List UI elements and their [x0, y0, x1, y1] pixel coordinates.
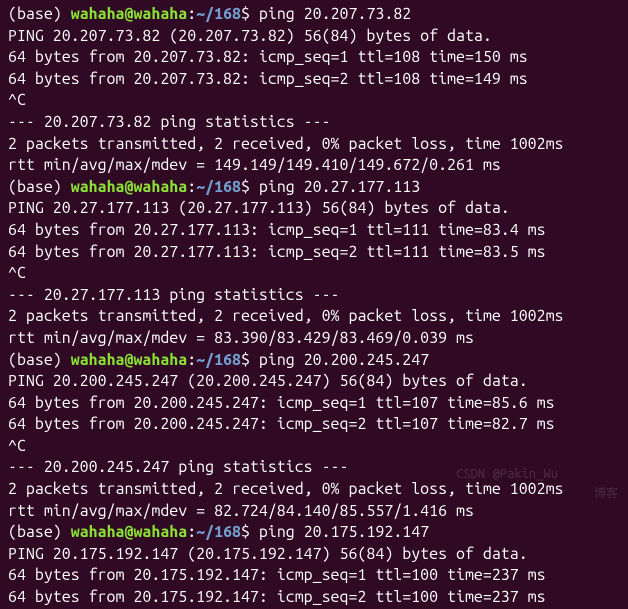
command-line[interactable]: (base) wahaha@wahaha:~/168$ ping 20.200.…	[8, 350, 620, 372]
ping-reply: 64 bytes from 20.27.177.113: icmp_seq=2 …	[8, 242, 620, 264]
rtt-line: rtt min/avg/max/mdev = 82.724/84.140/85.…	[8, 501, 620, 523]
stats-header: --- 20.200.245.247 ping statistics ---	[8, 457, 620, 479]
command-line[interactable]: (base) wahaha@wahaha:~/168$ ping 20.175.…	[8, 522, 620, 544]
stats-summary: 2 packets transmitted, 2 received, 0% pa…	[8, 479, 620, 501]
command-line[interactable]: (base) wahaha@wahaha:~/168$ ping 20.207.…	[8, 4, 620, 26]
ping-header: PING 20.27.177.113 (20.27.177.113) 56(84…	[8, 198, 620, 220]
ctrl-c: ^C	[8, 90, 620, 112]
prompt: (base) wahaha@wahaha:~/168$	[8, 178, 259, 196]
terminal-output[interactable]: (base) wahaha@wahaha:~/168$ ping 20.207.…	[8, 4, 620, 609]
ping-reply: 64 bytes from 20.27.177.113: icmp_seq=1 …	[8, 220, 620, 242]
ping-reply: 64 bytes from 20.175.192.147: icmp_seq=2…	[8, 587, 620, 609]
command-input[interactable]: ping 20.175.192.147	[259, 523, 429, 541]
rtt-line: rtt min/avg/max/mdev = 149.149/149.410/1…	[8, 155, 620, 177]
ping-reply: 64 bytes from 20.207.73.82: icmp_seq=2 t…	[8, 69, 620, 91]
command-input[interactable]: ping 20.200.245.247	[259, 351, 429, 369]
stats-header: --- 20.27.177.113 ping statistics ---	[8, 285, 620, 307]
ping-reply: 64 bytes from 20.207.73.82: icmp_seq=1 t…	[8, 47, 620, 69]
ping-reply: 64 bytes from 20.200.245.247: icmp_seq=2…	[8, 414, 620, 436]
ping-header: PING 20.200.245.247 (20.200.245.247) 56(…	[8, 371, 620, 393]
command-input[interactable]: ping 20.27.177.113	[259, 178, 420, 196]
ping-header: PING 20.175.192.147 (20.175.192.147) 56(…	[8, 544, 620, 566]
stats-summary: 2 packets transmitted, 2 received, 0% pa…	[8, 306, 620, 328]
rtt-line: rtt min/avg/max/mdev = 83.390/83.429/83.…	[8, 328, 620, 350]
ping-reply: 64 bytes from 20.200.245.247: icmp_seq=1…	[8, 393, 620, 415]
ctrl-c: ^C	[8, 436, 620, 458]
prompt: (base) wahaha@wahaha:~/168$	[8, 5, 259, 23]
ping-header: PING 20.207.73.82 (20.207.73.82) 56(84) …	[8, 26, 620, 48]
prompt: (base) wahaha@wahaha:~/168$	[8, 523, 259, 541]
stats-summary: 2 packets transmitted, 2 received, 0% pa…	[8, 134, 620, 156]
command-input[interactable]: ping 20.207.73.82	[259, 5, 411, 23]
ping-reply: 64 bytes from 20.175.192.147: icmp_seq=1…	[8, 565, 620, 587]
prompt: (base) wahaha@wahaha:~/168$	[8, 351, 259, 369]
ctrl-c: ^C	[8, 263, 620, 285]
stats-header: --- 20.207.73.82 ping statistics ---	[8, 112, 620, 134]
command-line[interactable]: (base) wahaha@wahaha:~/168$ ping 20.27.1…	[8, 177, 620, 199]
